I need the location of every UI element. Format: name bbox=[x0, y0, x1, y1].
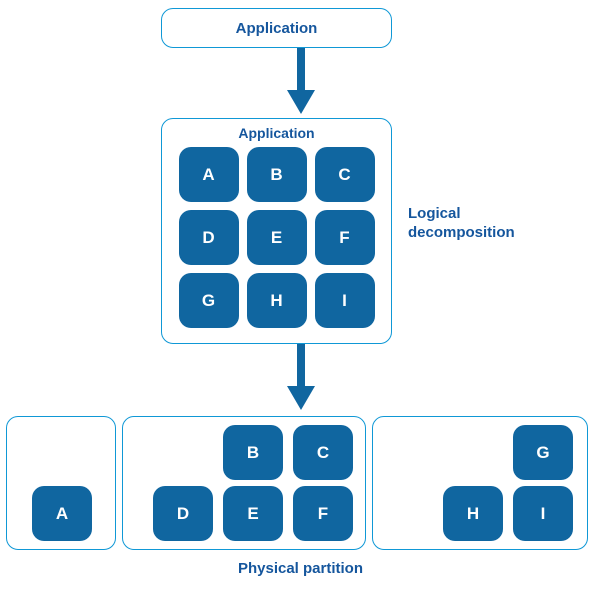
tile-g: G bbox=[513, 425, 573, 480]
tile-a: A bbox=[32, 486, 92, 541]
label-line: decomposition bbox=[408, 224, 548, 243]
logical-decomposition-box: Application A B C D E F G H I bbox=[161, 118, 392, 344]
physical-box-1: A bbox=[6, 416, 116, 550]
tile-f: F bbox=[315, 210, 375, 265]
tile-e: E bbox=[223, 486, 283, 541]
tile-g: G bbox=[179, 273, 239, 328]
tile-c: C bbox=[293, 425, 353, 480]
top-application-label: Application bbox=[236, 20, 318, 37]
tile-b: B bbox=[247, 147, 307, 202]
logical-box-title: Application bbox=[162, 125, 391, 141]
top-application-box: Application bbox=[161, 8, 392, 48]
tile-e: E bbox=[247, 210, 307, 265]
tile-h: H bbox=[443, 486, 503, 541]
tile-c: C bbox=[315, 147, 375, 202]
physical-partition-row: A B C D E F G H I bbox=[6, 416, 588, 550]
tile-a: A bbox=[179, 147, 239, 202]
logical-tile-grid: A B C D E F G H I bbox=[162, 147, 391, 338]
tile-i: I bbox=[513, 486, 573, 541]
physical-partition-label: Physical partition bbox=[0, 560, 601, 577]
tile-d: D bbox=[179, 210, 239, 265]
tile-b: B bbox=[223, 425, 283, 480]
physical-box-3: G H I bbox=[372, 416, 588, 550]
tile-i: I bbox=[315, 273, 375, 328]
label-line: Logical bbox=[408, 205, 548, 224]
logical-decomposition-label: Logical decomposition bbox=[408, 205, 548, 243]
arrow-down-icon bbox=[283, 48, 319, 118]
tile-h: H bbox=[247, 273, 307, 328]
arrow-down-icon bbox=[283, 344, 319, 414]
physical-box-2: B C D E F bbox=[122, 416, 366, 550]
tile-f: F bbox=[293, 486, 353, 541]
tile-d: D bbox=[153, 486, 213, 541]
